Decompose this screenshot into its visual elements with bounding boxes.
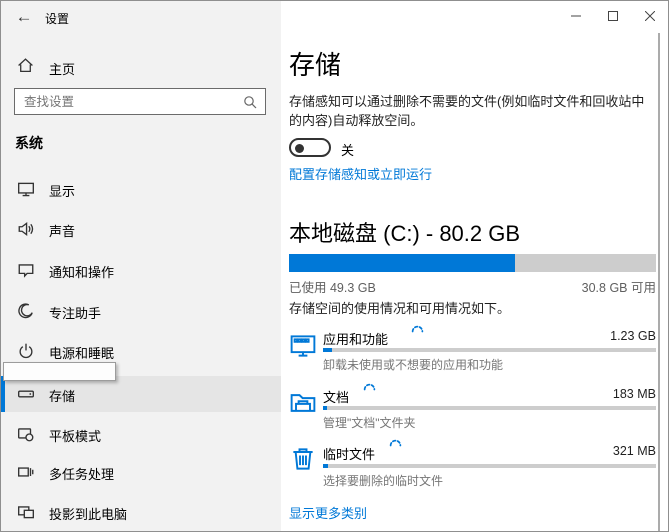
show-more-categories-link[interactable]: 显示更多类别 [289,503,367,522]
sidebar-item-label: 专注助手 [49,303,101,322]
sidebar-item-label: 平板模式 [49,426,101,445]
tablet-icon [17,425,35,443]
category-size: 183 MB [613,387,656,401]
search-input[interactable] [24,90,239,113]
category-bar [323,406,656,410]
usage-intro-text: 存储空间的使用情况和可用情况如下。 [289,298,510,317]
sidebar-item-label: 主页 [49,59,75,78]
toggle-state-label: 关 [341,140,354,159]
main-content: 存储 存储感知可以通过删除不需要的文件(例如临时文件和回收站中的内容)自动释放空… [281,1,669,532]
search-box [14,88,266,115]
disk-free-label: 30.8 GB 可用 [582,277,656,296]
close-button[interactable] [631,1,668,31]
sidebar-item-label: 显示 [49,181,75,200]
minimize-button[interactable] [557,1,594,31]
notifications-icon [17,261,35,279]
sidebar-item-projecting[interactable]: 投影到此电脑 [1,494,281,530]
power-icon [17,342,35,360]
category-temp-files-link[interactable]: 临时文件 [323,444,375,463]
focus-assist-icon [17,302,35,320]
disk-used-label: 已使用 49.3 GB [289,277,376,296]
category-documents-link[interactable]: 文档 [323,387,349,406]
back-button[interactable]: ← [9,3,39,31]
settings-window: 主页 系统 显示 声音 [0,0,669,532]
sidebar-item-label: 多任务处理 [49,464,114,483]
storage-icon [17,385,35,403]
toggle-knob [295,144,304,153]
category-apps-link[interactable]: 应用和功能 [323,329,388,348]
window-title: 设置 [45,10,69,27]
home-icon [17,57,34,79]
storage-sense-description: 存储感知可以通过删除不需要的文件(例如临时文件和回收站中的内容)自动释放空间。 [289,92,651,130]
documents-icon [289,389,317,417]
category-size: 321 MB [613,444,656,458]
sidebar-item-label: 存储 [49,386,75,405]
storage-sense-toggle[interactable] [289,138,331,157]
sidebar-item-display[interactable]: 显示 [1,171,281,207]
sidebar-item-focus-assist[interactable]: 专注助手 [1,293,281,329]
maximize-button[interactable] [594,1,631,31]
category-bar-fill [323,464,328,468]
category-subtitle: 选择要删除的临时文件 [323,472,443,489]
category-subtitle: 卸载未使用或不想要的应用和功能 [323,356,503,373]
multitask-icon [17,463,35,481]
sidebar: 主页 系统 显示 声音 [1,1,281,532]
apps-features-icon [289,332,317,360]
search-icon[interactable] [243,95,257,114]
sidebar-section-system: 系统 [15,133,43,153]
configure-storage-sense-link[interactable]: 配置存储感知或立即运行 [289,164,432,183]
sidebar-item-home[interactable]: 主页 [1,51,281,83]
sound-icon [17,220,35,238]
sidebar-item-multitasking[interactable]: 多任务处理 [1,454,281,490]
loading-spinner-icon [389,439,402,457]
vertical-scrollbar[interactable] [658,33,660,532]
sidebar-item-tablet-mode[interactable]: 平板模式 [1,416,281,452]
sidebar-item-label: 投影到此电脑 [49,504,127,523]
window-controls [557,1,668,31]
display-icon [17,180,35,198]
sidebar-item-sound[interactable]: 声音 [1,211,281,247]
temp-files-icon [289,445,317,473]
disk-heading: 本地磁盘 (C:) - 80.2 GB [289,216,520,248]
category-bar [323,464,656,468]
sidebar-item-notifications[interactable]: 通知和操作 [1,252,281,288]
back-arrow-icon: ← [16,7,33,27]
category-bar-fill [323,406,327,410]
category-bar-fill [323,348,332,352]
category-subtitle: 管理"文档"文件夹 [323,414,416,431]
disk-usage-fill [289,254,515,272]
titlebar: ← 设置 [1,1,668,33]
category-bar [323,348,656,352]
sidebar-item-label: 声音 [49,221,75,240]
disk-usage-bar [289,254,656,272]
project-icon [17,503,35,521]
page-title: 存储 [289,45,341,82]
sidebar-item-label: 电源和睡眠 [49,343,114,362]
sidebar-item-label: 通知和操作 [49,262,114,281]
loading-spinner-icon [363,383,376,401]
loading-spinner-icon [411,325,424,343]
sidebar-item-storage[interactable]: 存储 [1,376,281,412]
empty-tooltip [3,362,116,381]
category-size: 1.23 GB [610,329,656,343]
